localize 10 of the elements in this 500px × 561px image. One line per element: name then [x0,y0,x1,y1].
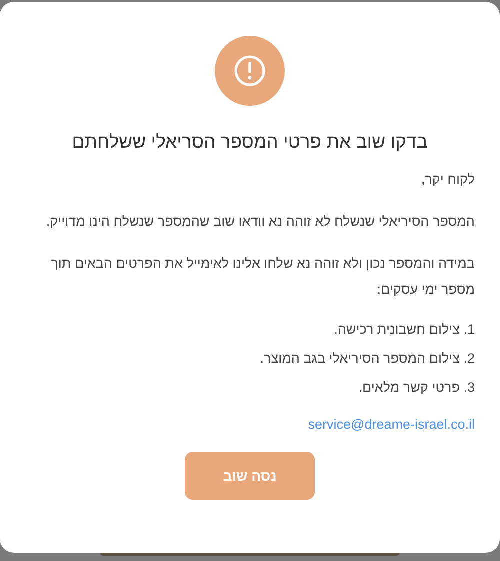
message-paragraph: המספר הסיריאלי שנשלח לא זוהה נא וודאו שוב שהמספר שנשלח הינו מדוייק. [45,213,475,231]
list-item: 1. צילום חשבונית רכישה. [333,321,475,339]
dialog-title: בדקו שוב את פרטי המספר הסריאלי ששלחתם [72,131,428,153]
list-item: 2. צילום המספר הסיריאלי בגב המוצר. [259,350,475,368]
message-paragraph: במידה והמספר נכון ולא זוהה נא שלחו אלינו לאימייל את הפרטים הבאים תוך מספר ימי עסקים: [50,255,475,299]
message-paragraph: לקוח יקר, [420,171,475,189]
list-item: 3. פרטי קשר מלאים. [358,379,475,397]
warning-icon [215,36,285,106]
retry-button[interactable]: נסה שוב [185,452,315,500]
email-link[interactable]: service@dreame-israel.co.il [308,417,475,432]
